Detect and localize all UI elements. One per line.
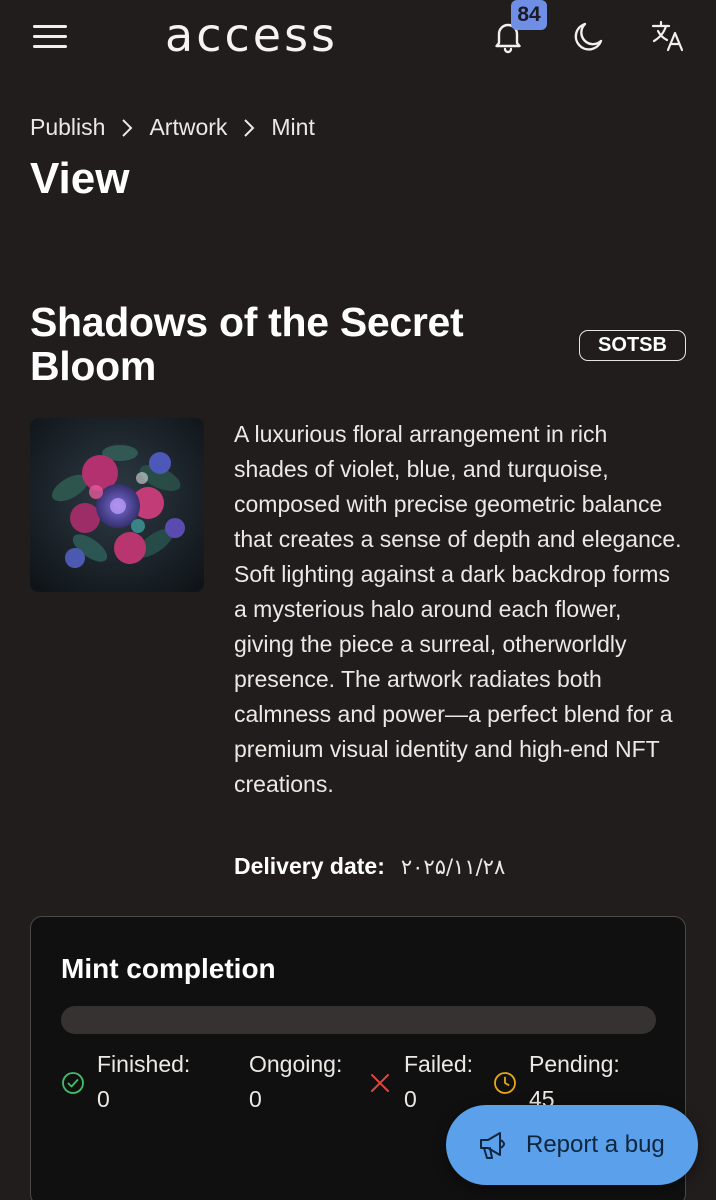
- breadcrumb-publish[interactable]: Publish: [30, 114, 105, 141]
- delivery-date: Delivery date: ۲۰۲۵/۱۱/۲۸: [234, 853, 505, 880]
- stat-ongoing-value: 0: [249, 1086, 262, 1112]
- artwork-description: A luxurious floral arrangement in rich s…: [234, 421, 682, 797]
- mint-progress-bar: [61, 1006, 656, 1034]
- top-bar: access 84: [0, 0, 716, 80]
- menu-icon[interactable]: [33, 22, 69, 50]
- moon-icon: [574, 22, 603, 51]
- artwork-title: Shadows of the Secret Bloom: [30, 299, 464, 389]
- mint-completion-title: Mint completion: [61, 953, 276, 984]
- stat-failed: Failed: 0: [368, 1047, 473, 1117]
- stat-pending-label: Pending:: [529, 1051, 620, 1077]
- theme-toggle-button[interactable]: [571, 20, 605, 54]
- report-bug-button[interactable]: Report a bug: [446, 1105, 698, 1185]
- logo[interactable]: access: [165, 8, 338, 62]
- notification-count-badge: 84: [511, 0, 547, 30]
- delivery-date-label: Delivery date:: [234, 853, 385, 879]
- stat-ongoing-label: Ongoing:: [249, 1051, 343, 1077]
- translate-icon: [651, 20, 684, 52]
- report-bug-label: Report a bug: [526, 1131, 665, 1158]
- check-circle-icon: [61, 1071, 91, 1117]
- stat-finished-value: 0: [97, 1086, 110, 1112]
- breadcrumb: Publish Artwork Mint: [30, 114, 315, 141]
- stat-finished-label: Finished:: [97, 1051, 191, 1077]
- breadcrumb-artwork[interactable]: Artwork: [149, 114, 227, 141]
- megaphone-icon: [480, 1132, 505, 1159]
- breadcrumb-mint[interactable]: Mint: [271, 114, 314, 141]
- page: access 84 Publish Artwork Mint View Shad…: [0, 0, 716, 1200]
- delivery-date-value: ۲۰۲۵/۱۱/۲۸: [400, 854, 506, 879]
- x-icon: [368, 1071, 398, 1117]
- language-button[interactable]: [650, 18, 686, 54]
- page-title: View: [30, 154, 130, 203]
- chevron-right-icon: [243, 118, 255, 138]
- stat-ongoing: Ongoing: 0: [249, 1047, 342, 1117]
- symbol-badge: SOTSB: [579, 330, 686, 361]
- stat-failed-label: Failed:: [404, 1051, 474, 1077]
- stat-finished: Finished: 0: [61, 1047, 190, 1117]
- chevron-right-icon: [121, 118, 133, 138]
- artwork-image: [30, 418, 204, 592]
